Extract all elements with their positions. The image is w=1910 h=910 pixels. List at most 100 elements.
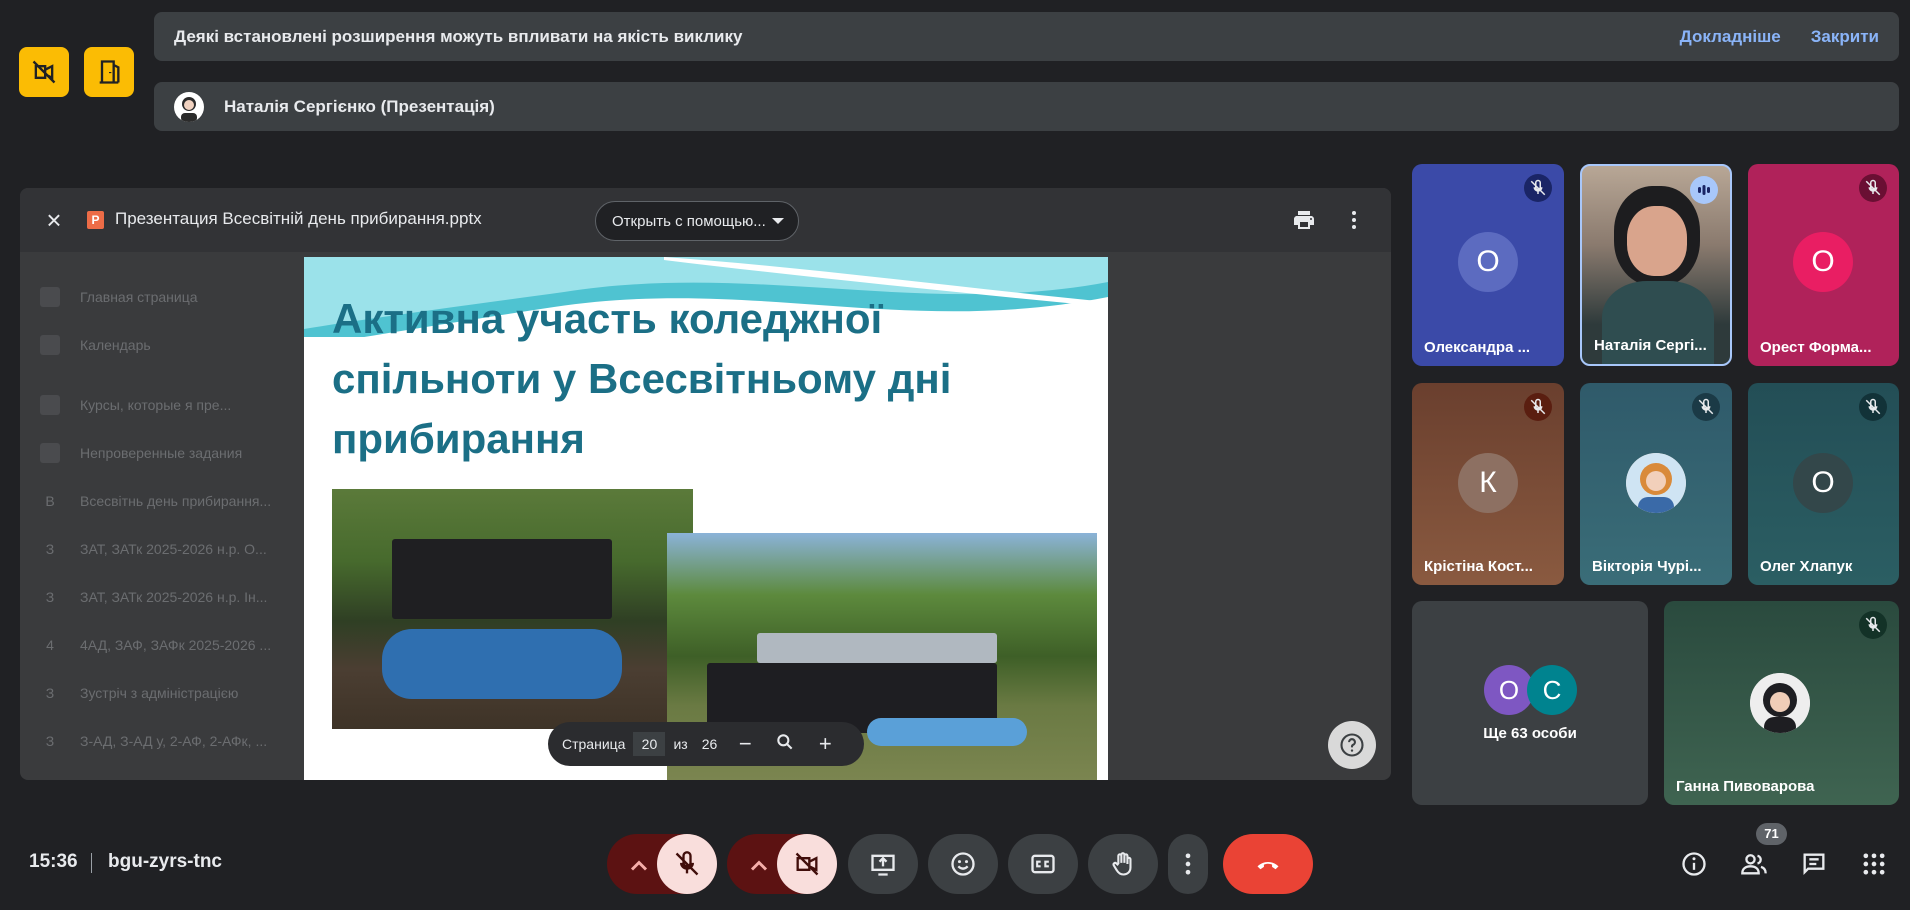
more-participants-tile[interactable]: О С Ще 63 особи: [1412, 601, 1648, 805]
presenter-avatar: [174, 91, 204, 122]
mic-off-icon: [1524, 393, 1552, 421]
background-course-list: Главная страница Календарь Курсы, которы…: [40, 273, 300, 765]
mic-off-icon: [1859, 393, 1887, 421]
no-video-icon: [32, 60, 56, 84]
bg-list-item: 4 4АД, ЗАФ, ЗАФк 2025-2026 ...: [46, 637, 272, 653]
help-icon: [1340, 733, 1364, 757]
presenter-name: Наталія Сергієнко (Презентація): [224, 96, 495, 116]
hand-icon: [1112, 852, 1132, 876]
participant-name: Крістіна Кост...: [1424, 558, 1533, 575]
participant-photo-avatar: [1750, 673, 1810, 733]
participant-avatar: О: [1793, 453, 1853, 513]
camera-control-group: [727, 834, 837, 894]
door-icon: [99, 60, 120, 84]
activities-grid-icon[interactable]: [1860, 850, 1888, 878]
extensions-warning-text: Деякі встановлені розширення можуть впли…: [174, 26, 743, 46]
participant-name: Ганна Пивоварова: [1676, 778, 1815, 795]
bg-list-item: З ЗАТ, ЗАТк 2025-2026 н.р. Ін...: [45, 589, 268, 605]
no-video-badge-icon[interactable]: [19, 47, 69, 97]
mic-toggle-button[interactable]: [657, 834, 717, 894]
presentation-viewer: × P Презентация Всесвітній день прибиран…: [20, 188, 1391, 780]
participant-tile-speaking[interactable]: Наталія Сергі...: [1580, 164, 1732, 366]
bg-list-item: Главная страница: [40, 273, 300, 321]
more-options-button[interactable]: [1168, 834, 1208, 894]
participant-tile[interactable]: Ганна Пивоварова: [1664, 601, 1899, 805]
bg-list-item: Непроверенные задания: [40, 429, 300, 477]
more-vert-icon: [1185, 853, 1191, 875]
meeting-time: 15:36: [29, 851, 78, 872]
end-call-button[interactable]: [1223, 834, 1313, 894]
present-screen-icon: [871, 854, 895, 876]
divider: [91, 853, 92, 873]
print-icon[interactable]: [1292, 208, 1316, 232]
zoom-in-icon[interactable]: +: [813, 732, 837, 756]
bg-list-item: В Всесвітнь день прибирання...: [45, 493, 272, 509]
presentation-slide: Активна участь коледжної спільноти у Все…: [304, 257, 1108, 780]
participant-count-badge: 71: [1756, 823, 1787, 845]
participant-avatar: О: [1458, 232, 1518, 292]
bg-list-item: Курсы, которые я пре...: [40, 381, 300, 429]
mic-off-icon: [1524, 174, 1552, 202]
pptx-file-icon: P: [87, 211, 104, 229]
participant-tile[interactable]: О Орест Форма...: [1748, 164, 1899, 366]
meeting-code: bgu-zyrs-tnc: [108, 851, 222, 872]
participant-tile[interactable]: Вікторія Чурі...: [1580, 383, 1732, 585]
end-call-icon: [1257, 861, 1279, 870]
open-with-label: Открыть с помощью...: [612, 212, 766, 230]
speaking-indicator-icon: [1690, 176, 1718, 204]
viewer-toolbar: × P Презентация Всесвітній день прибиран…: [20, 188, 1391, 252]
participant-name: Олег Хлапук: [1760, 558, 1853, 575]
mic-off-icon: [1692, 393, 1720, 421]
participant-tile[interactable]: О Олександра ...: [1412, 164, 1564, 366]
bg-list-item: З Зустріч з адміністрацією: [45, 685, 239, 701]
participant-name: Орест Форма...: [1760, 339, 1872, 356]
more-participants-label: Ще 63 особи: [1483, 725, 1577, 742]
raise-hand-button[interactable]: [1088, 834, 1158, 894]
mic-off-icon: [1859, 174, 1887, 202]
current-page-input[interactable]: 20: [633, 732, 666, 756]
close-banner-link[interactable]: Закрити: [1811, 27, 1879, 47]
meeting-info-icon[interactable]: [1680, 850, 1708, 878]
people-icon[interactable]: [1740, 850, 1768, 878]
slide-title: Активна участь коледжної спільноти у Все…: [332, 295, 952, 462]
reactions-button[interactable]: [928, 834, 998, 894]
present-screen-button[interactable]: [848, 834, 918, 894]
participant-avatar: О: [1793, 232, 1853, 292]
participant-photo-avatar: [1626, 453, 1686, 513]
chat-icon[interactable]: [1800, 850, 1828, 878]
of-label: из: [673, 736, 688, 752]
zoom-icon[interactable]: [773, 732, 797, 756]
total-pages: 26: [701, 736, 718, 752]
camera-off-icon: [795, 852, 819, 876]
mic-off-icon: [1859, 611, 1887, 639]
details-link[interactable]: Докладніше: [1680, 27, 1781, 47]
mic-options-chevron-up-icon[interactable]: [625, 852, 653, 885]
close-icon[interactable]: ×: [42, 207, 66, 233]
presenter-banner: Наталія Сергієнко (Презентація): [154, 82, 1899, 131]
open-with-button[interactable]: Открыть с помощью...: [595, 201, 799, 241]
emoji-icon: [951, 852, 975, 876]
extensions-warning-banner: Деякі встановлені розширення можуть впли…: [154, 12, 1899, 61]
participant-name: Вікторія Чурі...: [1592, 558, 1702, 575]
participant-tile[interactable]: К Крістіна Кост...: [1412, 383, 1564, 585]
page-label: Страница: [562, 736, 626, 752]
chevron-down-icon: [772, 218, 784, 224]
mic-control-group: [607, 834, 717, 894]
mic-off-icon: [675, 851, 699, 876]
captions-button[interactable]: [1008, 834, 1078, 894]
help-button[interactable]: [1328, 721, 1376, 769]
participant-name: Наталія Сергі...: [1594, 337, 1707, 354]
file-name: Презентация Всесвітній день прибирання.p…: [115, 209, 482, 228]
more-vert-icon[interactable]: [1342, 208, 1366, 232]
bg-list-item: З ЗАТ, ЗАТк 2025-2026 н.р. О...: [45, 541, 267, 557]
participant-avatar: С: [1527, 665, 1577, 715]
camera-toggle-button[interactable]: [777, 834, 837, 894]
page-navigation-controls: Страница 20 из 26 − +: [548, 722, 864, 766]
captions-icon: [1031, 854, 1055, 874]
door-badge-icon[interactable]: [84, 47, 134, 97]
participant-name: Олександра ...: [1424, 339, 1531, 356]
zoom-out-icon[interactable]: −: [733, 732, 757, 756]
slide-photo-group-with-bags: [332, 489, 693, 729]
participant-tile[interactable]: О Олег Хлапук: [1748, 383, 1899, 585]
camera-options-chevron-up-icon[interactable]: [745, 852, 773, 885]
